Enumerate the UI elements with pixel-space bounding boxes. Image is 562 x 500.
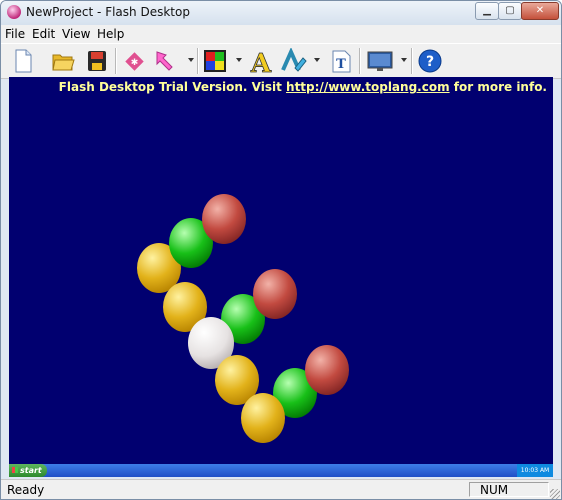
arrow-tool-dropdown-icon[interactable] [188,58,194,62]
font-glyph: A [250,49,272,76]
save-disk-icon[interactable] [85,48,109,74]
svg-text:✱: ✱ [131,58,139,68]
open-folder-icon[interactable] [51,48,75,74]
toolbar: ✱ A T ? [1,43,561,79]
color-palette-icon[interactable] [203,48,227,74]
start-label: start [20,466,42,475]
title-bar[interactable]: NewProject - Flash Desktop ▁ ▢ ✕ [1,1,561,25]
system-tray-clock: 10:03 AM [517,464,553,477]
taskbar: start 10:03 AM [9,464,553,477]
preview-canvas[interactable]: Flash Desktop Trial Version. Visit http:… [9,77,553,477]
num-lock-indicator: NUM [469,482,549,497]
toolbar-separator [359,48,361,74]
menu-help[interactable]: Help [97,27,124,41]
app-window: NewProject - Flash Desktop ▁ ▢ ✕ File Ed… [0,0,562,500]
banner-suffix: for more info. [449,80,547,94]
status-bar: Ready NUM [1,479,561,499]
resize-grip-icon[interactable] [550,489,560,499]
menu-file[interactable]: File [5,27,25,41]
red-ball [253,269,297,319]
menu-bar: File Edit View Help [1,25,561,43]
toolbar-separator [197,48,199,74]
text-effect-icon[interactable] [281,47,307,74]
start-button[interactable]: start [9,464,47,477]
red-ball [305,345,349,395]
app-icon[interactable] [7,5,21,19]
toolbar-separator [411,48,413,74]
text-effect-dropdown-icon[interactable] [314,58,320,62]
preview-dropdown-icon[interactable] [401,58,407,62]
new-document-icon[interactable] [11,48,35,74]
insert-text-glyph: T [336,57,346,72]
windows-flag-icon [12,467,18,473]
help-glyph: ? [426,54,434,70]
menu-edit[interactable]: Edit [32,27,55,41]
close-button[interactable]: ✕ [521,2,559,20]
screen-preview-icon[interactable] [366,48,394,74]
red-ball [202,194,246,244]
text-font-icon[interactable]: A [248,48,273,80]
yellow-ball [241,393,285,443]
help-icon[interactable]: ? [418,48,442,74]
arrow-tool-icon[interactable] [154,48,178,74]
color-dropdown-icon[interactable] [236,58,242,62]
insert-text-icon[interactable]: T [329,48,353,74]
effects-icon[interactable]: ✱ [122,48,146,74]
status-text: Ready [7,483,45,497]
banner-link[interactable]: http://www.toplang.com [286,80,450,94]
menu-view[interactable]: View [62,27,90,41]
minimize-button[interactable]: ▁ [475,2,499,20]
banner-text: Flash Desktop Trial Version. Visit [58,80,287,94]
maximize-button[interactable]: ▢ [498,2,522,20]
window-title: NewProject - Flash Desktop [26,5,190,19]
toolbar-separator [115,48,117,74]
trial-banner: Flash Desktop Trial Version. Visit http:… [59,80,547,94]
